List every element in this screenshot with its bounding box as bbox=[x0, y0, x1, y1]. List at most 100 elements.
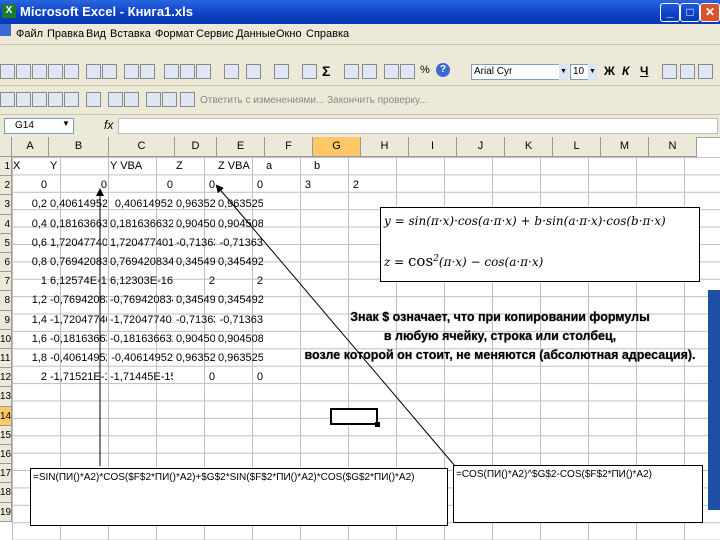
column-header-a[interactable]: A bbox=[12, 137, 49, 157]
review-icon[interactable] bbox=[86, 92, 101, 107]
row-header-3[interactable]: 3 bbox=[0, 195, 12, 215]
cell[interactable]: 2 bbox=[176, 273, 215, 289]
cell[interactable]: 0,40614952 bbox=[50, 196, 107, 212]
row-header-6[interactable]: 6 bbox=[0, 253, 12, 273]
drawing-icon[interactable] bbox=[400, 64, 415, 79]
row-header-16[interactable]: 16 bbox=[0, 445, 12, 465]
chevron-down-icon[interactable]: ▼ bbox=[559, 64, 568, 80]
cell[interactable]: 0 bbox=[218, 369, 263, 385]
row-header-18[interactable]: 18 bbox=[0, 483, 12, 503]
column-header-h[interactable]: H bbox=[361, 137, 409, 157]
row-header-15[interactable]: 15 bbox=[0, 425, 12, 445]
cell[interactable]: 1,2 bbox=[13, 292, 47, 308]
cell[interactable]: -0,40614952 bbox=[110, 350, 173, 366]
cell[interactable]: 0,40614952 bbox=[110, 196, 173, 212]
column-header-f[interactable]: F bbox=[265, 137, 313, 157]
cell[interactable]: a bbox=[266, 158, 311, 174]
minimize-button[interactable]: _ bbox=[660, 3, 680, 22]
cell[interactable]: 0,904508 bbox=[218, 216, 263, 232]
cell[interactable]: 1 bbox=[13, 273, 47, 289]
bold-button[interactable]: Ж bbox=[604, 64, 615, 78]
review-icon[interactable] bbox=[124, 92, 139, 107]
column-header-k[interactable]: K bbox=[505, 137, 553, 157]
print-preview-icon[interactable] bbox=[102, 64, 117, 79]
row-header-7[interactable]: 7 bbox=[0, 272, 12, 292]
active-cell[interactable] bbox=[330, 408, 380, 427]
cell[interactable]: 1,720477401 bbox=[110, 235, 173, 251]
cell[interactable]: X bbox=[13, 158, 47, 174]
cell[interactable]: -0,71363 bbox=[176, 312, 215, 328]
cell[interactable]: 0,769420834 bbox=[110, 254, 173, 270]
cell[interactable]: -1,720477401 bbox=[50, 312, 107, 328]
column-header-b[interactable]: B bbox=[49, 137, 109, 157]
font-name-select[interactable]: Arial Cyr bbox=[471, 64, 567, 80]
underline-button[interactable]: Ч bbox=[640, 64, 648, 78]
cell[interactable]: 0,963525 bbox=[176, 350, 215, 366]
sort-ascending-icon[interactable] bbox=[344, 64, 359, 79]
cell[interactable]: 2 bbox=[314, 177, 359, 193]
cell[interactable]: 0,769420834 bbox=[50, 254, 107, 270]
copy-icon[interactable] bbox=[180, 64, 195, 79]
column-header-m[interactable]: M bbox=[601, 137, 649, 157]
menu-edit[interactable]: Правка bbox=[47, 28, 84, 40]
menu-format[interactable]: Формат bbox=[155, 28, 194, 40]
cell[interactable]: 0,6 bbox=[13, 235, 47, 251]
menu-file[interactable]: Файл bbox=[16, 28, 43, 40]
align-left-icon[interactable] bbox=[662, 64, 677, 79]
format-painter-icon[interactable] bbox=[224, 64, 239, 79]
review-reply-link[interactable]: Ответить с изменениями... Закончить пров… bbox=[200, 95, 427, 106]
menu-window[interactable]: Окно bbox=[276, 28, 302, 40]
cell[interactable]: Z bbox=[176, 158, 215, 174]
paste-icon[interactable] bbox=[196, 64, 211, 79]
review-icon[interactable] bbox=[0, 92, 15, 107]
cell[interactable]: 0,181636632 bbox=[50, 216, 107, 232]
menu-data[interactable]: Данные bbox=[236, 28, 276, 40]
review-icon[interactable] bbox=[32, 92, 47, 107]
cell[interactable]: 0,4 bbox=[13, 216, 47, 232]
column-header-n[interactable]: N bbox=[649, 137, 697, 157]
column-header-l[interactable]: L bbox=[553, 137, 601, 157]
undo-icon[interactable] bbox=[246, 64, 261, 79]
italic-button[interactable]: К bbox=[622, 64, 629, 78]
fx-icon[interactable]: fx bbox=[104, 118, 113, 132]
row-header-4[interactable]: 4 bbox=[0, 214, 12, 234]
cell[interactable]: 0 bbox=[176, 177, 215, 193]
cell[interactable]: -1,71445E-15 bbox=[110, 369, 173, 385]
chevron-down-icon[interactable]: ▼ bbox=[62, 119, 70, 128]
column-header-j[interactable]: J bbox=[457, 137, 505, 157]
row-header-13[interactable]: 13 bbox=[0, 387, 12, 407]
row-header-5[interactable]: 5 bbox=[0, 233, 12, 253]
cell[interactable]: Y bbox=[50, 158, 107, 174]
menu-tools[interactable]: Сервис bbox=[196, 28, 234, 40]
cell[interactable]: 1,6 bbox=[13, 331, 47, 347]
cell[interactable]: 0,963525 bbox=[218, 196, 263, 212]
row-header-2[interactable]: 2 bbox=[0, 176, 12, 196]
review-icon[interactable] bbox=[162, 92, 177, 107]
chevron-down-icon[interactable]: ▼ bbox=[588, 64, 597, 80]
row-header-10[interactable]: 10 bbox=[0, 329, 12, 349]
cell[interactable]: 1,720477401 bbox=[50, 235, 107, 251]
open-icon[interactable] bbox=[16, 64, 31, 79]
cell[interactable]: 0 bbox=[176, 369, 215, 385]
cell[interactable]: 6,12574E-16 bbox=[50, 273, 107, 289]
cell[interactable]: -0,71363 bbox=[218, 235, 263, 251]
column-header-e[interactable]: E bbox=[217, 137, 265, 157]
formula-input[interactable] bbox=[118, 118, 718, 134]
cell[interactable]: 0 bbox=[50, 177, 107, 193]
cell[interactable]: -0,181636632 bbox=[110, 331, 173, 347]
fill-handle[interactable] bbox=[375, 422, 380, 427]
cell[interactable]: 0 bbox=[218, 177, 263, 193]
cell[interactable]: 0,345492 bbox=[176, 254, 215, 270]
print-icon[interactable] bbox=[86, 64, 101, 79]
column-header-i[interactable]: I bbox=[409, 137, 457, 157]
cell[interactable]: -0,71363 bbox=[218, 312, 263, 328]
menu-view[interactable]: Вид bbox=[86, 28, 106, 40]
align-center-icon[interactable] bbox=[680, 64, 695, 79]
sort-descending-icon[interactable] bbox=[362, 64, 377, 79]
close-button[interactable]: ✕ bbox=[700, 3, 720, 22]
cell[interactable]: 0 bbox=[110, 177, 173, 193]
cell[interactable]: -0,769420834 bbox=[50, 292, 107, 308]
cell[interactable]: 0,904508 bbox=[176, 331, 215, 347]
maximize-button[interactable]: □ bbox=[680, 3, 700, 22]
column-header-d[interactable]: D bbox=[175, 137, 217, 157]
